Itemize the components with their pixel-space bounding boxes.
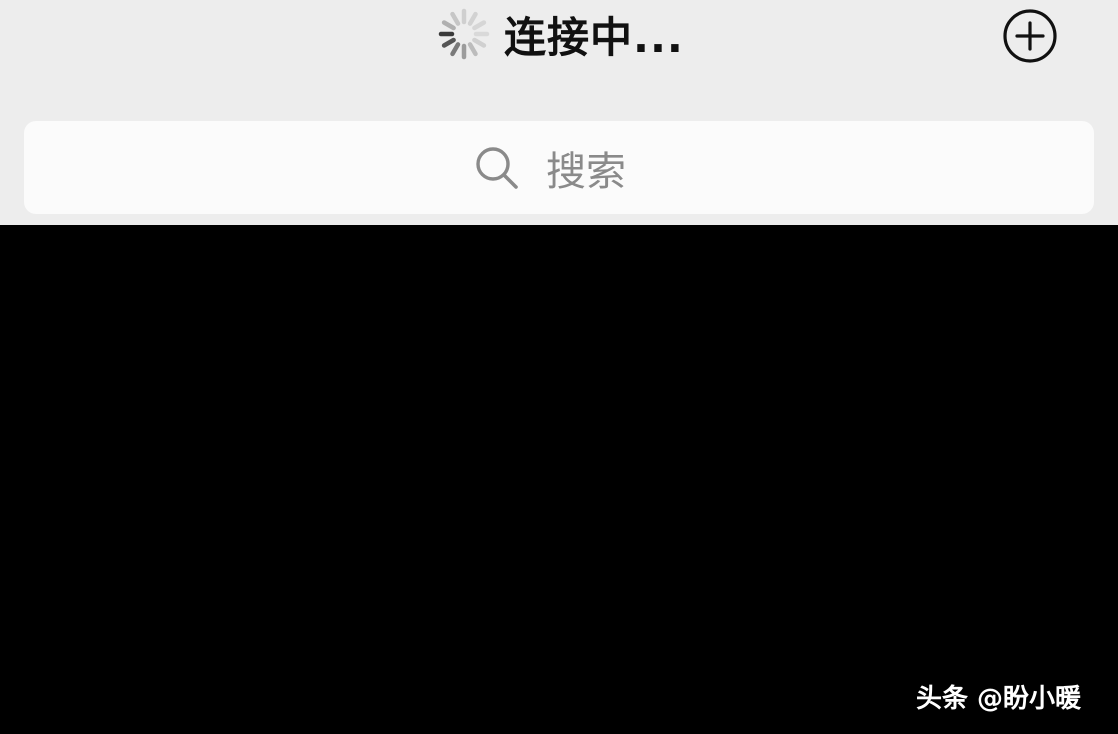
search-bar[interactable]: 搜索 (24, 121, 1094, 214)
connection-status: 连接中... (436, 4, 684, 64)
chat-list-screen: 连接中... 搜索 头条 @盼小暖 (0, 0, 1118, 734)
navigation-bar: 连接中... (0, 0, 1118, 80)
page-title: 连接中... (504, 12, 684, 62)
header-area: 连接中... 搜索 (0, 0, 1118, 225)
search-icon (476, 147, 518, 189)
watermark-text: 头条 @盼小暖 (916, 684, 1082, 714)
spinner-icon (438, 8, 490, 60)
add-button[interactable] (1001, 7, 1059, 65)
search-placeholder: 搜索 (546, 149, 626, 195)
search-content: 搜索 (472, 138, 626, 198)
plus-circle-icon (1003, 9, 1057, 63)
